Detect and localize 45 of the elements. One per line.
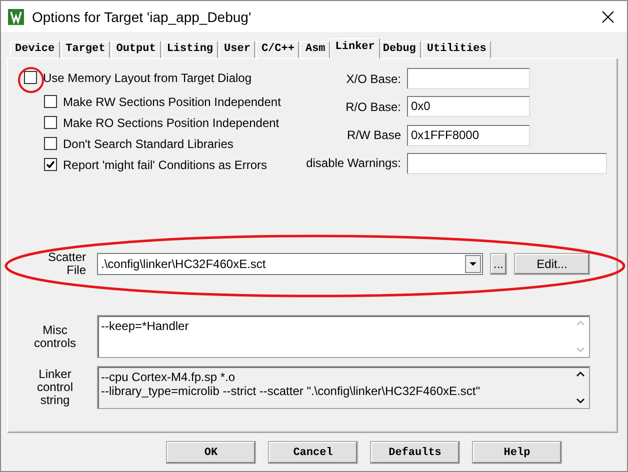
- input-field[interactable]: [407, 68, 530, 90]
- checkbox-label: Don't Search Standard Libraries: [63, 136, 234, 150]
- dialog-button[interactable]: Cancel: [268, 441, 358, 464]
- tab[interactable]: Utilities: [422, 41, 492, 58]
- dropdown-field[interactable]: .\config\linker\HC32F460xE.sct: [97, 253, 483, 275]
- checkbox[interactable]: [44, 137, 57, 150]
- checkbox-label: Make RO Sections Position Independent: [63, 116, 280, 130]
- field-label: X/O Base:: [345, 72, 401, 86]
- dialog-button[interactable]: Defaults: [370, 441, 460, 464]
- field-label: R/O Base:: [344, 100, 401, 114]
- checkbox[interactable]: [24, 71, 37, 84]
- tab[interactable]: Asm: [300, 41, 330, 58]
- checkbox[interactable]: [44, 95, 57, 108]
- field-label: Linker control string: [36, 368, 74, 407]
- text-area[interactable]: --cpu Cortex-M4.fp.sp *.o --library_type=microlib --strict --scatter ".\config\linker\HC32F460xE.sct": [97, 366, 590, 409]
- tab[interactable]: Target: [60, 41, 110, 58]
- checkbox-label: Report 'might fail' Conditions as Errors: [63, 158, 267, 172]
- input-field[interactable]: [407, 152, 607, 174]
- scroll-up-icon[interactable]: [576, 371, 585, 377]
- field-label: disable Warnings:: [306, 156, 401, 170]
- dialog-button[interactable]: Help: [472, 441, 562, 464]
- annotation-circle: [18, 67, 44, 93]
- tab[interactable]: C/C++: [256, 41, 300, 58]
- tab[interactable]: Output: [111, 41, 161, 58]
- input-field[interactable]: 0x0: [407, 96, 530, 118]
- edit-button[interactable]: Edit...: [514, 253, 590, 275]
- tab[interactable]: User: [219, 41, 256, 58]
- close-icon[interactable]: [602, 10, 614, 22]
- tab[interactable]: Linker: [330, 38, 380, 59]
- tab[interactable]: Debug: [378, 41, 421, 58]
- checkbox[interactable]: [44, 158, 57, 171]
- tab[interactable]: Device: [10, 41, 60, 58]
- field-label: Misc controls: [32, 324, 78, 350]
- scroll-down-icon[interactable]: [576, 398, 585, 404]
- window-title: Options for Target 'iap_app_Debug': [32, 8, 252, 24]
- dialog-button[interactable]: OK: [166, 441, 256, 464]
- checkbox-label: Make RW Sections Position Independent: [63, 94, 281, 108]
- field-label: Scatter File: [46, 251, 86, 277]
- browse-button[interactable]: ...: [490, 253, 507, 275]
- field-label: R/W Base: [346, 128, 401, 142]
- input-field[interactable]: 0x1FFF8000: [407, 124, 530, 146]
- app-icon: [8, 8, 24, 24]
- tab[interactable]: Listing: [162, 41, 218, 58]
- checkbox-label: Use Memory Layout from Target Dialog: [43, 70, 252, 84]
- checkbox[interactable]: [44, 116, 57, 129]
